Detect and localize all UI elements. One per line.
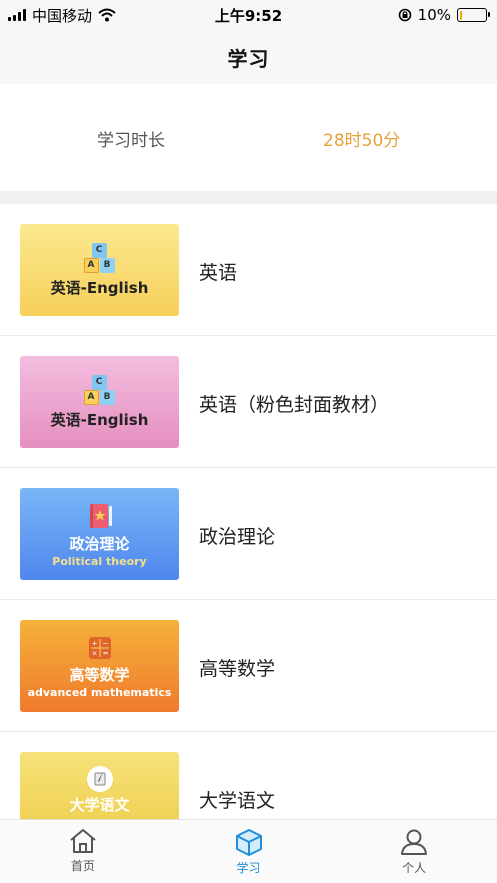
abc-blocks-icon: C A B	[81, 242, 119, 275]
course-name[interactable]: 政治理论	[199, 522, 275, 549]
cover-subtitle: advanced mathematics	[27, 685, 172, 699]
tab-label: 个人	[402, 861, 427, 875]
section-divider	[0, 191, 497, 204]
cover-title: 大学语文	[69, 796, 130, 814]
quill-icon	[86, 766, 113, 792]
cover-title: 高等数学	[69, 665, 130, 684]
tab-bar: 首页 学习 个人	[0, 819, 497, 883]
course-cover[interactable]: C A B 英语-English	[20, 224, 179, 316]
course-cover[interactable]: 大学语文	[20, 752, 179, 819]
status-right: 10%	[398, 0, 490, 30]
calculator-icon: + − × =	[88, 636, 111, 659]
tab-home[interactable]: 首页	[0, 820, 166, 883]
svg-text:=: =	[102, 649, 108, 657]
course-item[interactable]: 政治理论 Political theory 政治理论	[0, 468, 497, 600]
person-icon	[401, 829, 428, 855]
course-cover[interactable]: 政治理论 Political theory	[20, 488, 179, 580]
tab-label: 首页	[70, 859, 95, 873]
tab-profile[interactable]: 个人	[331, 820, 497, 883]
course-name[interactable]: 大学语文	[199, 786, 275, 813]
cover-title: 政治理论	[69, 534, 130, 553]
course-list[interactable]: C A B 英语-English 英语 C A B 英语-English 英语（…	[0, 204, 497, 819]
rotation-lock-icon	[398, 8, 411, 22]
svg-text:×: ×	[91, 649, 97, 657]
battery-icon	[457, 8, 490, 22]
cover-subtitle: Political theory	[52, 554, 147, 568]
battery-percent: 10%	[417, 6, 451, 24]
tab-study[interactable]: 学习	[166, 820, 332, 883]
duration-label: 学习时长	[97, 131, 165, 151]
battery-fill	[459, 10, 462, 20]
cover-title: 英语-English	[50, 278, 149, 297]
home-icon	[70, 829, 96, 853]
svg-text:+: +	[91, 639, 97, 647]
course-name[interactable]: 高等数学	[199, 654, 275, 681]
course-item[interactable]: + − × = 高等数学 advanced mathematics 高等数学	[0, 600, 497, 732]
abc-blocks-icon: C A B	[81, 374, 119, 407]
course-item[interactable]: C A B 英语-English 英语	[0, 204, 497, 336]
status-bar: 中国移动 上午9:52 10%	[0, 0, 497, 30]
tab-label: 学习	[236, 861, 261, 875]
course-cover[interactable]: C A B 英语-English	[20, 356, 179, 448]
course-cover[interactable]: + − × = 高等数学 advanced mathematics	[20, 620, 179, 712]
nav-bar: 学习	[0, 30, 497, 84]
study-duration-row: 学习时长 28时50分	[0, 84, 497, 191]
cover-title: 英语-English	[50, 410, 149, 429]
duration-value: 28时50分	[323, 131, 401, 151]
svg-text:−: −	[102, 639, 108, 647]
course-name[interactable]: 英语	[199, 258, 237, 285]
course-name[interactable]: 英语（粉色封面教材）	[199, 390, 389, 417]
study-cube-icon	[235, 829, 262, 856]
page-title: 学习	[227, 46, 270, 71]
book-icon	[89, 503, 112, 528]
course-item[interactable]: C A B 英语-English 英语（粉色封面教材）	[0, 336, 497, 468]
course-item[interactable]: 大学语文 大学语文	[0, 732, 497, 819]
